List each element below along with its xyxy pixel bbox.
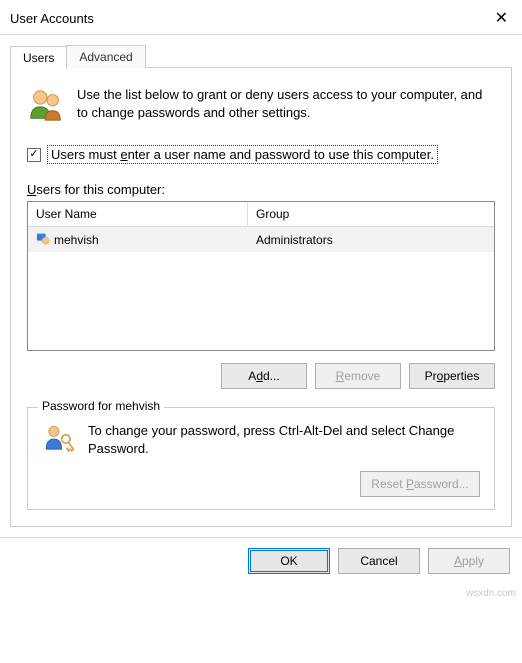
users-icon — [27, 86, 65, 127]
col-group[interactable]: Group — [248, 202, 494, 226]
user-buttons-row: Add... Remove Properties — [27, 363, 495, 389]
key-user-icon — [42, 422, 76, 459]
intro-text: Use the list below to grant or deny user… — [77, 86, 495, 122]
reset-password-button: Reset Password... — [360, 471, 480, 497]
intro-row: Use the list below to grant or deny user… — [27, 86, 495, 127]
password-fieldset: Password for mehvish To change your pass… — [27, 407, 495, 510]
tab-strip: Users Advanced — [0, 35, 522, 68]
require-password-row[interactable]: ✓ Users must enter a user name and passw… — [27, 145, 495, 164]
table-row[interactable]: mehvish Administrators — [28, 227, 494, 252]
users-panel: Use the list below to grant or deny user… — [10, 68, 512, 527]
require-password-label: Users must enter a user name and passwor… — [47, 145, 438, 164]
apply-button: Apply — [428, 548, 510, 574]
watermark: wsxdn.com — [0, 586, 522, 601]
dialog-buttons: OK Cancel Apply — [0, 537, 522, 586]
tab-users[interactable]: Users — [10, 46, 67, 69]
close-icon[interactable]: ✕ — [491, 8, 512, 28]
require-password-checkbox[interactable]: ✓ — [27, 148, 41, 162]
tab-advanced[interactable]: Advanced — [66, 45, 145, 68]
window-title: User Accounts — [10, 11, 94, 26]
col-username[interactable]: User Name — [28, 202, 248, 226]
password-row: To change your password, press Ctrl-Alt-… — [42, 422, 480, 459]
reset-password-row: Reset Password... — [42, 471, 480, 497]
titlebar: User Accounts ✕ — [0, 0, 522, 35]
users-list-label: Users for this computer: — [27, 182, 495, 197]
users-table[interactable]: User Name Group mehvish Administrators — [27, 201, 495, 351]
password-legend: Password for mehvish — [38, 399, 164, 413]
user-icon — [36, 231, 50, 248]
properties-button[interactable]: Properties — [409, 363, 495, 389]
table-header: User Name Group — [28, 202, 494, 227]
remove-button: Remove — [315, 363, 401, 389]
password-text: To change your password, press Ctrl-Alt-… — [88, 422, 480, 458]
add-button[interactable]: Add... — [221, 363, 307, 389]
cell-username: mehvish — [28, 227, 248, 252]
tab-divider — [145, 67, 512, 68]
ok-button[interactable]: OK — [248, 548, 330, 574]
cancel-button[interactable]: Cancel — [338, 548, 420, 574]
cell-group: Administrators — [248, 227, 494, 252]
